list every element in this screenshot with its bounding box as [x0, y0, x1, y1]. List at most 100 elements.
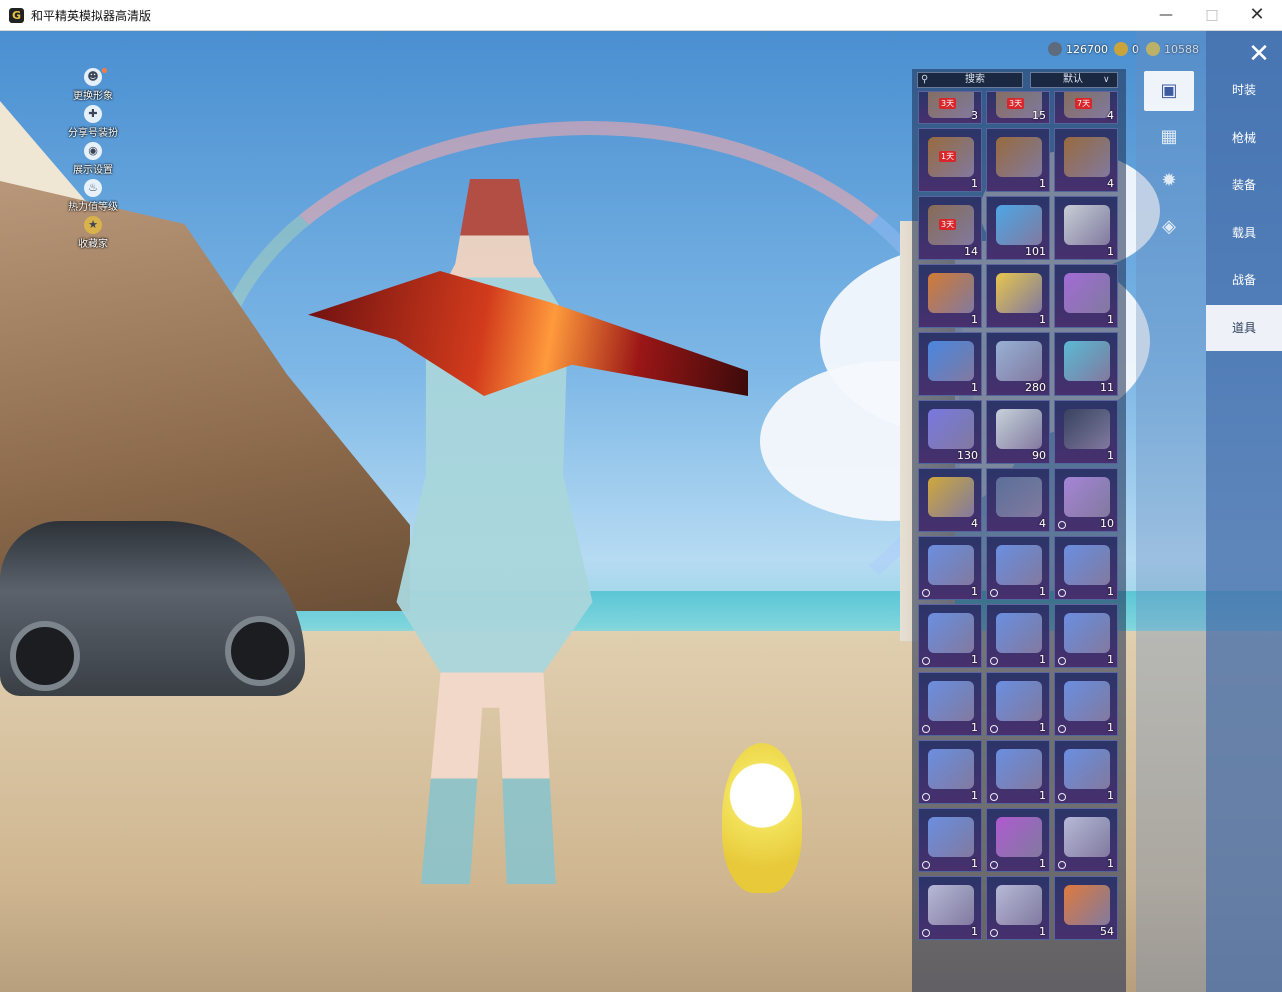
inventory-slot[interactable]: 3天 15 — [986, 91, 1050, 124]
left-menu: ☻ 更换形象 ✚ 分享号装扮 ◉ 展示设置 ♨ 热力值等级 ★ 收藏家 — [58, 68, 128, 253]
minimize-button[interactable]: — — [1152, 4, 1180, 26]
tab-equipment[interactable]: 装备 — [1206, 162, 1282, 208]
item-count: 1 — [971, 653, 978, 666]
fire-icon: ♨ — [84, 179, 102, 197]
inventory-slot[interactable]: 1天 1 — [918, 128, 982, 192]
inventory-slot[interactable]: 1 — [918, 536, 982, 600]
collector-button[interactable]: ★ 收藏家 — [58, 216, 128, 253]
item-count: 1 — [971, 721, 978, 734]
clock-icon — [990, 861, 998, 869]
inventory-slot[interactable]: 1 — [986, 808, 1050, 872]
item-art — [1064, 681, 1110, 721]
maximize-button[interactable]: □ — [1198, 4, 1226, 26]
pet-chick[interactable] — [722, 743, 802, 893]
inventory-slot[interactable]: 90 — [986, 400, 1050, 464]
item-count: 1 — [971, 925, 978, 938]
inventory-slot[interactable]: 1 — [986, 672, 1050, 736]
inventory-slot[interactable]: 11 — [1054, 332, 1118, 396]
category-tabs: ✕ 时装 枪械 装备 载具 战备 道具 — [1206, 31, 1282, 992]
item-art — [996, 613, 1042, 653]
inventory-slot[interactable]: 1 — [1054, 672, 1118, 736]
duration-badge: 7天 — [1075, 98, 1093, 109]
collector-icon: ★ — [84, 216, 102, 234]
inventory-slot[interactable]: 1 — [1054, 740, 1118, 804]
inventory-slot[interactable]: 1 — [918, 332, 982, 396]
item-art — [928, 817, 974, 857]
inventory-slot[interactable]: 1 — [1054, 264, 1118, 328]
item-count: 1 — [971, 313, 978, 326]
game-viewport: ☻ 更换形象 ✚ 分享号装扮 ◉ 展示设置 ♨ 热力值等级 ★ 收藏家 1267… — [0, 31, 1282, 992]
item-art — [1064, 273, 1110, 313]
clock-icon — [922, 929, 930, 937]
search-input[interactable]: ⚲ 搜索 — [917, 72, 1023, 88]
sort-dropdown[interactable]: 默认 ∨ — [1030, 72, 1118, 88]
inventory-slot[interactable]: 1 — [1054, 604, 1118, 668]
inventory-slot[interactable]: 1 — [986, 604, 1050, 668]
inventory-slot[interactable]: 3天 14 — [918, 196, 982, 260]
item-art — [996, 885, 1042, 925]
clock-icon — [1058, 589, 1066, 597]
item-count: 90 — [1032, 449, 1046, 462]
inventory-slot[interactable]: 1 — [1054, 196, 1118, 260]
inventory-slot[interactable]: 1 — [918, 876, 982, 940]
inventory-slot[interactable]: 10 — [1054, 468, 1118, 532]
inventory-slot[interactable]: 1 — [918, 604, 982, 668]
inventory-slot[interactable]: 1 — [1054, 536, 1118, 600]
item-count: 1 — [971, 857, 978, 870]
gold-badge-icon — [1114, 42, 1128, 56]
item-count: 1 — [1107, 721, 1114, 734]
item-art — [996, 817, 1042, 857]
display-settings-button[interactable]: ◉ 展示设置 — [58, 142, 128, 179]
inventory-slot[interactable]: 101 — [986, 196, 1050, 260]
inventory-slot[interactable]: 1 — [918, 740, 982, 804]
item-count: 130 — [957, 449, 978, 462]
change-appearance-button[interactable]: ☻ 更换形象 — [58, 68, 128, 105]
inventory-slot[interactable]: 1 — [986, 740, 1050, 804]
item-count: 1 — [1107, 789, 1114, 802]
inventory-slot[interactable]: 1 — [986, 876, 1050, 940]
tab-items[interactable]: 道具 — [1206, 305, 1282, 351]
tab-vehicles[interactable]: 载具 — [1206, 210, 1282, 256]
item-art — [928, 885, 974, 925]
heat-level-button[interactable]: ♨ 热力值等级 — [58, 179, 128, 216]
inventory-slot[interactable]: 3天 3 — [918, 91, 982, 124]
ticket-icon[interactable]: ◈ — [1144, 207, 1194, 247]
inventory-slot[interactable]: 54 — [1054, 876, 1118, 940]
close-icon[interactable]: ✕ — [1244, 39, 1274, 69]
tab-weapons[interactable]: 枪械 — [1206, 115, 1282, 161]
item-art — [996, 749, 1042, 789]
item-count: 1 — [971, 177, 978, 190]
inventory-slot[interactable]: 280 — [986, 332, 1050, 396]
inventory-slot[interactable]: 1 — [1054, 808, 1118, 872]
inventory-slot[interactable]: 4 — [918, 468, 982, 532]
calendar-icon[interactable]: ▦ — [1144, 117, 1194, 157]
tab-fashion[interactable]: 时装 — [1206, 67, 1282, 113]
inventory-slot[interactable]: 1 — [918, 264, 982, 328]
inventory-slot[interactable]: 4 — [1054, 128, 1118, 192]
inventory-slot[interactable]: 1 — [1054, 400, 1118, 464]
inventory-slot[interactable]: 130 — [918, 400, 982, 464]
firework-icon[interactable]: ✹ — [1144, 161, 1194, 201]
inventory-slot[interactable]: 1 — [918, 808, 982, 872]
car-wheel — [10, 621, 80, 691]
inventory-slot[interactable]: 1 — [918, 672, 982, 736]
item-art — [1064, 749, 1110, 789]
inventory-slot[interactable]: 7天 4 — [1054, 91, 1118, 124]
inventory-slot[interactable]: 1 — [986, 264, 1050, 328]
item-art — [996, 273, 1042, 313]
card-icon[interactable]: ▣ — [1144, 71, 1194, 111]
item-count: 1 — [1107, 313, 1114, 326]
share-outfit-button[interactable]: ✚ 分享号装扮 — [58, 105, 128, 142]
clock-icon — [1058, 793, 1066, 801]
item-count: 14 — [964, 245, 978, 258]
inventory-slot[interactable]: 1 — [986, 128, 1050, 192]
inventory-slot[interactable]: 4 — [986, 468, 1050, 532]
item-count: 101 — [1025, 245, 1046, 258]
silver-coin-icon — [1048, 42, 1062, 56]
item-count: 11 — [1100, 381, 1114, 394]
tab-battle-prep[interactable]: 战备 — [1206, 257, 1282, 303]
window-close-button[interactable]: ✕ — [1243, 4, 1271, 26]
chevron-down-icon: ∨ — [1103, 75, 1110, 85]
menu-label: 展示设置 — [73, 165, 113, 176]
inventory-slot[interactable]: 1 — [986, 536, 1050, 600]
